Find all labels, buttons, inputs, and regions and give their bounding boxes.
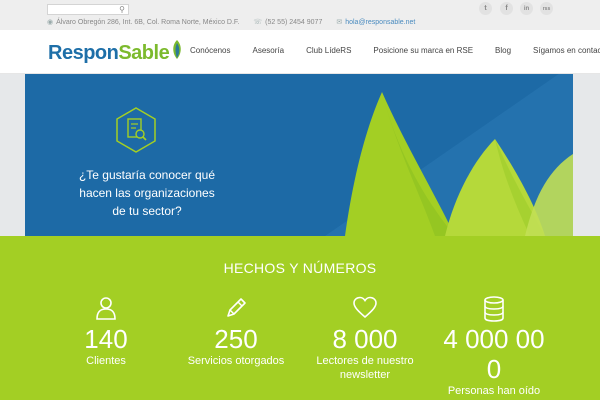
- twitter-icon[interactable]: t: [479, 2, 492, 15]
- facebook-icon[interactable]: f: [500, 2, 513, 15]
- envelope-icon: ✉: [336, 19, 343, 26]
- facts-section: HECHOS Y NÚMEROS 140 Clientes 250 Servic…: [0, 236, 600, 400]
- stat-services: 250 Servicios otorgados: [170, 296, 302, 368]
- search-input[interactable]: ⚲: [47, 4, 129, 15]
- twitter-button[interactable]: t: [479, 2, 492, 15]
- linkedin-icon[interactable]: in: [520, 2, 533, 15]
- rss-button[interactable]: rss: [540, 2, 553, 15]
- stat-value: 250: [214, 324, 258, 354]
- stat-value: 8 000: [332, 324, 398, 354]
- facts-heading: HECHOS Y NÚMEROS: [223, 260, 377, 276]
- document-search-icon: [116, 107, 156, 153]
- stat-value-line2: 0: [486, 354, 502, 384]
- stat-label: Lectores de nuestro: [316, 355, 414, 367]
- address-text: Álvaro Obregón 286, Int. 6B, Col. Roma N…: [56, 18, 240, 26]
- stat-readers: 8 000 Lectores de nuestro newsletter: [300, 296, 430, 382]
- search-icon[interactable]: ⚲: [119, 5, 125, 15]
- pencil-icon: [227, 298, 246, 317]
- nav-item-club-lideres[interactable]: Club LídeRS: [306, 46, 351, 55]
- phone-text: (52 55) 2454 9077: [265, 18, 323, 26]
- location-pin-icon: ◉: [47, 19, 54, 26]
- hero-banner[interactable]: ¿Te gustaría conocer qué hacen las organ…: [25, 74, 573, 236]
- leaf-logo-icon: [173, 40, 181, 59]
- main-header: ResponSable Conócenos Asesoría Club Líde…: [0, 30, 600, 74]
- stat-label-line2: newsletter: [339, 369, 391, 381]
- top-info-bar: ⚲ ◉ Álvaro Obregón 286, Int. 6B, Col. Ro…: [0, 0, 600, 30]
- stat-label: Personas han oído: [447, 385, 541, 397]
- database-icon: [484, 296, 504, 322]
- linkedin-button[interactable]: in: [520, 2, 533, 15]
- phone-icon: ☏: [253, 19, 263, 26]
- stat-people: 4 000 00 0 Personas han oído: [430, 296, 558, 398]
- nav-item-blog[interactable]: Blog: [495, 46, 511, 55]
- facebook-button[interactable]: f: [500, 2, 513, 15]
- logo-wordmark[interactable]: ResponSable: [48, 42, 170, 64]
- rss-icon[interactable]: rss: [540, 2, 553, 15]
- nav-item-contacto[interactable]: Sígamos en contacto: [533, 46, 600, 55]
- nav-item-conocenos[interactable]: Conócenos: [190, 46, 230, 55]
- hero-question: ¿Te gustaría conocer qué hacen las organ…: [78, 168, 216, 218]
- email-link[interactable]: hola@responsable.net: [345, 19, 415, 26]
- stat-value: 4 000 00: [443, 324, 545, 354]
- nav-item-posicione-marca[interactable]: Posicione su marca en RSE: [373, 46, 473, 55]
- stat-clients: 140 Clientes: [70, 296, 142, 368]
- heart-icon: [353, 296, 377, 319]
- stat-label: Servicios otorgados: [187, 355, 285, 367]
- main-navigation: Conócenos Asesoría Club LídeRS Posicione…: [190, 46, 600, 55]
- stat-value: 140: [84, 324, 128, 354]
- nav-item-asesoria[interactable]: Asesoría: [252, 46, 284, 55]
- site-logo[interactable]: ResponSable: [48, 40, 184, 66]
- stat-label: Clientes: [86, 355, 126, 367]
- contact-info: ◉ Álvaro Obregón 286, Int. 6B, Col. Roma…: [47, 17, 429, 27]
- user-icon: [96, 297, 116, 320]
